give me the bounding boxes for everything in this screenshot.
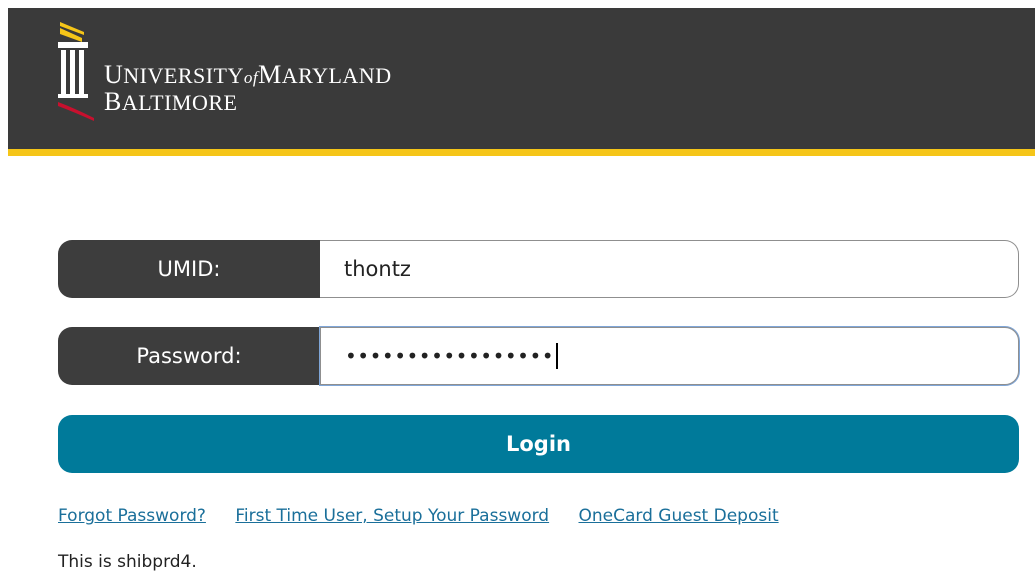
text-caret (556, 343, 559, 369)
header-accent-stripe (8, 149, 1035, 156)
umid-label: UMID: (58, 240, 320, 298)
umid-row: UMID: thontz (58, 240, 1019, 298)
umid-input[interactable]: thontz (320, 240, 1019, 298)
password-label: Password: (58, 327, 320, 385)
logo-line-baltimore: BALTIMORE (104, 87, 238, 116)
password-row: Password: ••••••••••••••••• (58, 327, 1019, 385)
logo-line-university-of-maryland: UNIVERSITYofMARYLAND (104, 60, 392, 89)
column-logo-icon (58, 22, 94, 121)
first-time-user-link[interactable]: First Time User, Setup Your Password (235, 506, 549, 526)
umb-logo[interactable]: UNIVERSITYofMARYLAND BALTIMORE (54, 20, 454, 130)
umid-value: thontz (344, 257, 411, 281)
onecard-guest-deposit-link[interactable]: OneCard Guest Deposit (579, 506, 779, 526)
logo-wordmark: UNIVERSITYofMARYLAND BALTIMORE (104, 62, 392, 115)
forgot-password-link[interactable]: Forgot Password? (58, 506, 206, 526)
login-button[interactable]: Login (58, 415, 1019, 473)
help-links: Forgot Password? First Time User, Setup … (58, 506, 803, 528)
password-input[interactable]: ••••••••••••••••• (320, 327, 1019, 385)
password-value: ••••••••••••••••• (345, 344, 555, 368)
server-note: This is shibprd4. (58, 552, 197, 572)
